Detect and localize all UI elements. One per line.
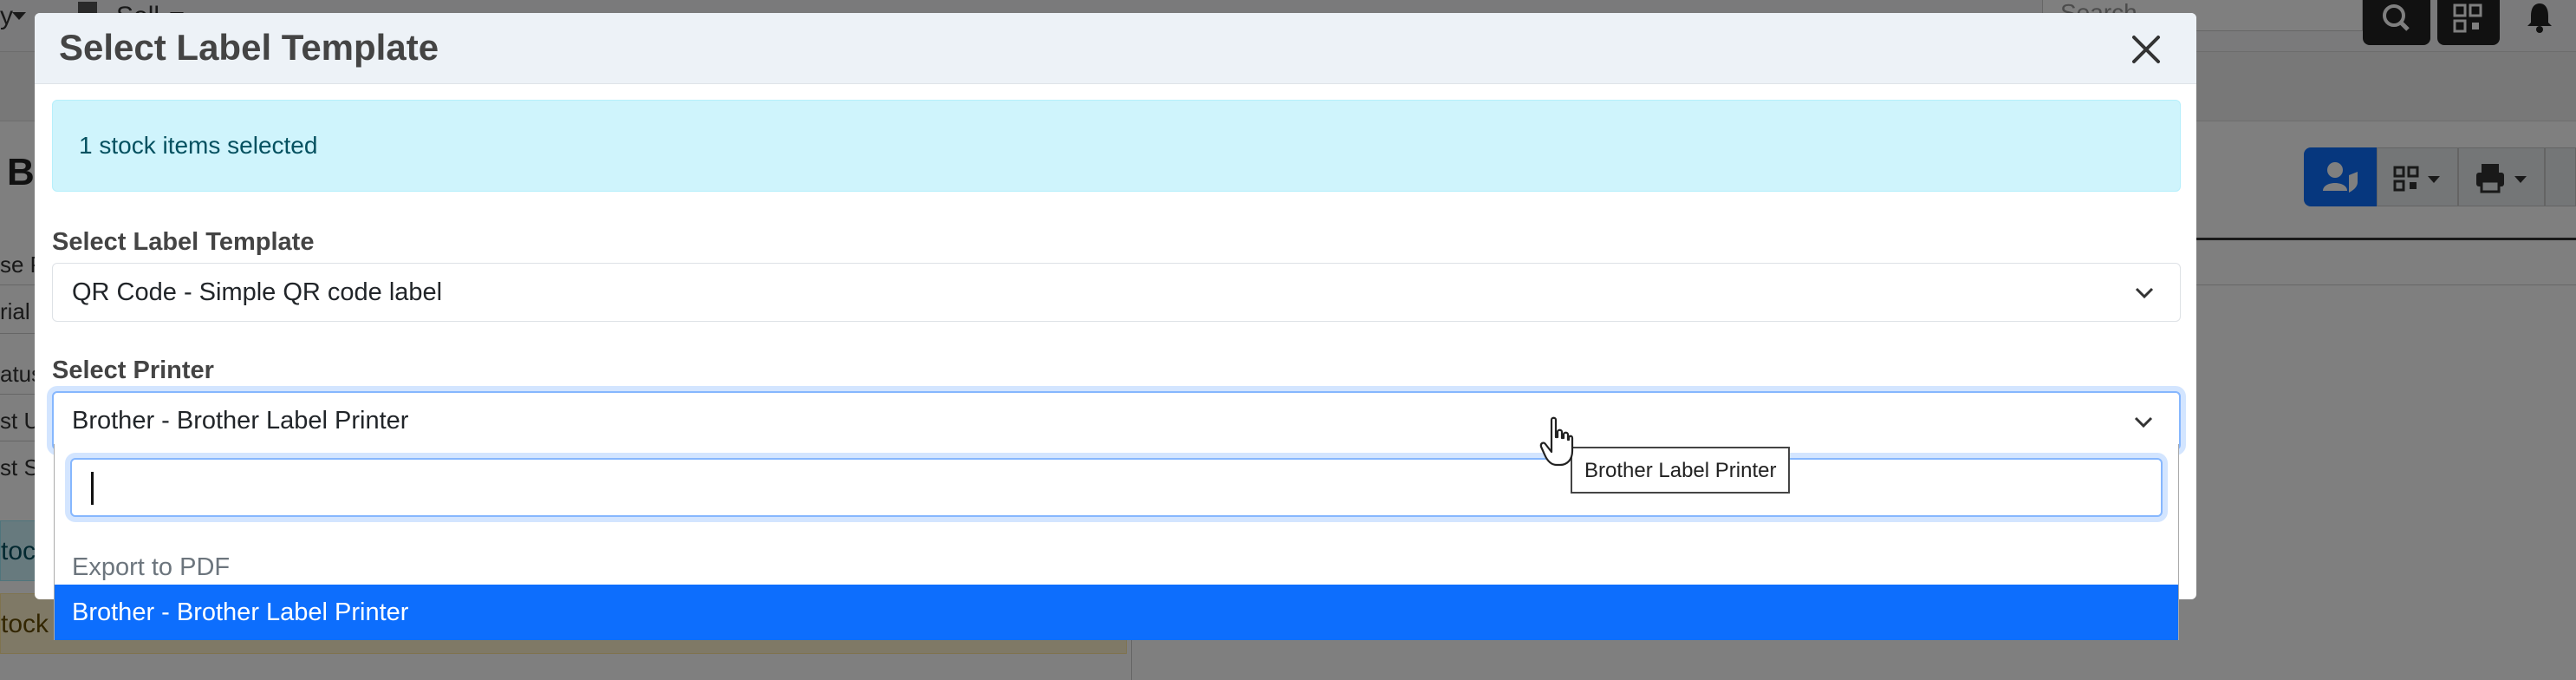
modal-header: Select Label Template — [35, 13, 2196, 84]
printer-dropdown: Export to PDF Brother - Brother Label Pr… — [54, 444, 2179, 640]
chevron-down-icon — [2134, 416, 2153, 428]
close-icon — [2132, 36, 2160, 63]
text-caret — [91, 472, 94, 505]
close-button[interactable] — [2127, 30, 2165, 69]
printer-select-value: Brother - Brother Label Printer — [72, 407, 409, 435]
dropdown-option-brother-printer[interactable]: Brother - Brother Label Printer — [55, 585, 2178, 640]
tooltip: Brother Label Printer — [1571, 447, 1791, 494]
modal-title: Select Label Template — [59, 27, 439, 68]
printer-search-input[interactable] — [70, 458, 2163, 517]
hand-pointer-icon — [1539, 416, 1574, 467]
chevron-down-icon — [2135, 287, 2154, 299]
template-field-label: Select Label Template — [52, 228, 315, 256]
printer-select[interactable]: Brother - Brother Label Printer — [52, 391, 2181, 450]
label-template-select[interactable]: QR Code - Simple QR code label — [52, 263, 2181, 322]
label-template-value: QR Code - Simple QR code label — [72, 278, 443, 306]
selection-info-alert: 1 stock items selected — [52, 100, 2181, 192]
printer-field-label: Select Printer — [52, 356, 214, 384]
